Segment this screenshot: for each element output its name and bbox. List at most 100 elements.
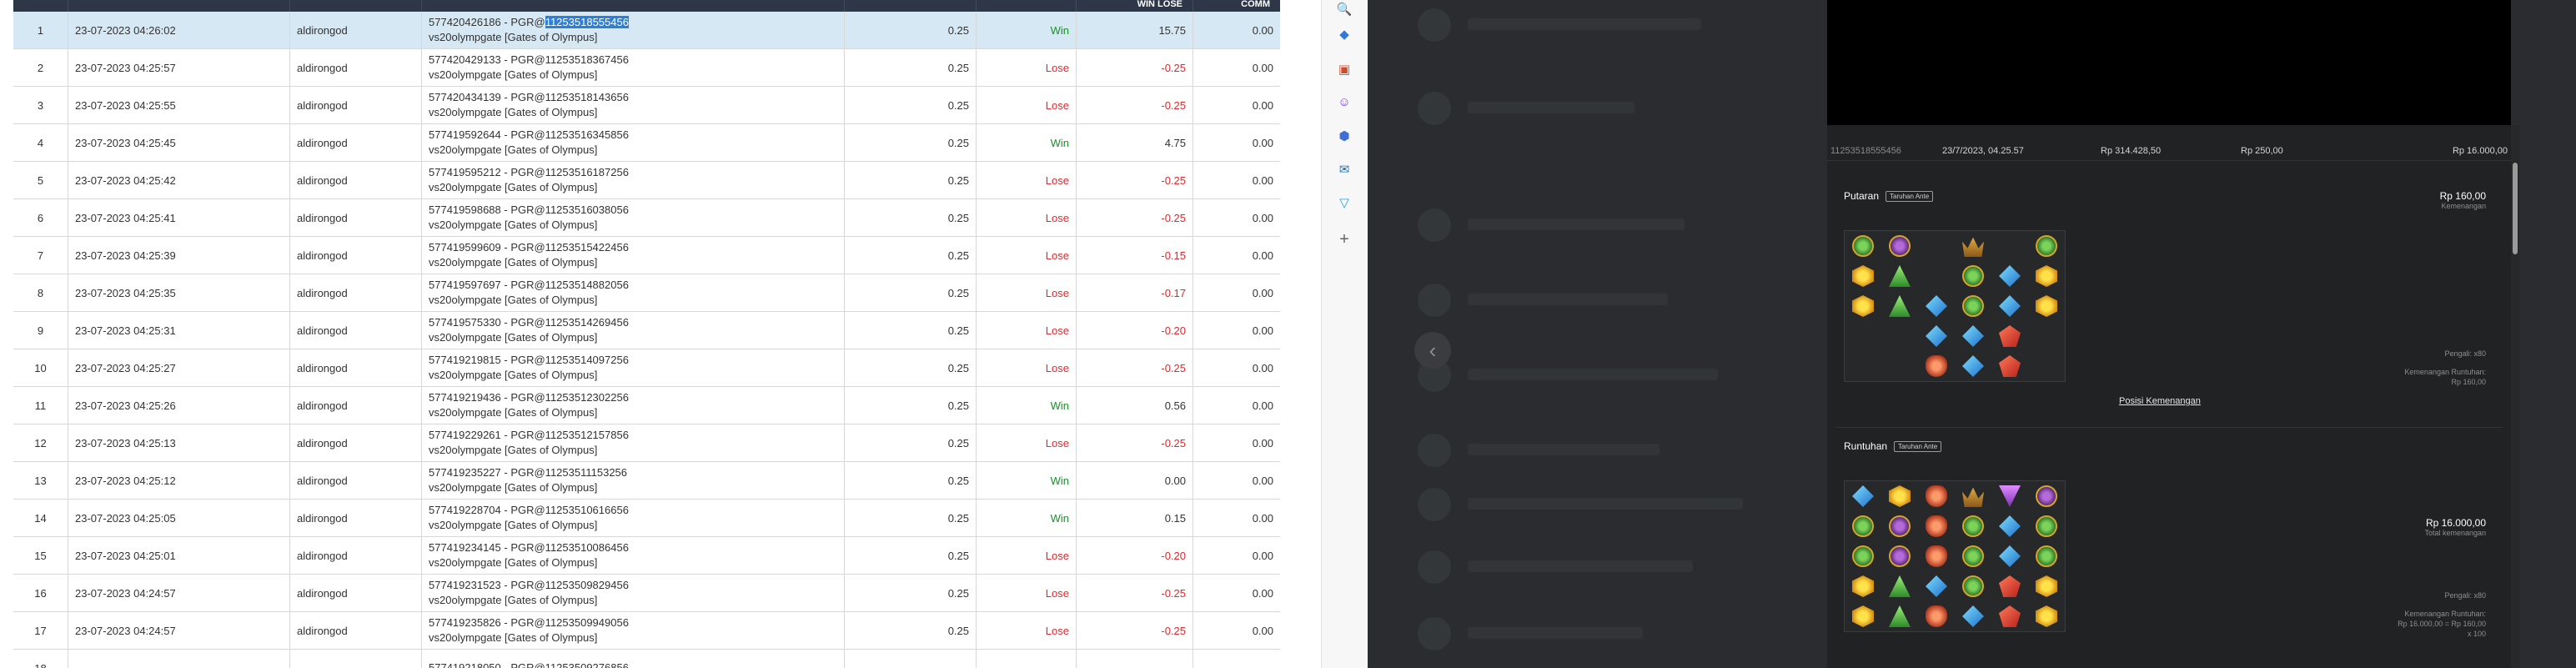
row-description: 577419235227 - PGR@11253511153256 vs20oly… bbox=[422, 462, 845, 499]
table-row[interactable]: 13 23-07-2023 04:25:12 aldirongod 577419235… bbox=[13, 462, 1280, 500]
row-transaction: 577420429133 - PGR@11253518367456 bbox=[429, 53, 629, 68]
row-result: Win bbox=[977, 387, 1077, 424]
round-datetime: 23/7/2023, 04.25.57 bbox=[1942, 146, 2024, 156]
row-win-lose: 0.15 bbox=[1077, 500, 1193, 536]
search-icon[interactable]: 🔍 bbox=[1335, 0, 1353, 18]
table-row[interactable]: 6 23-07-2023 04:25:41 aldirongod 5774195986… bbox=[13, 199, 1280, 237]
blue-gem-icon bbox=[1991, 291, 2028, 321]
row-result: Lose bbox=[977, 349, 1077, 386]
row-username: aldirongod bbox=[290, 124, 422, 161]
row-commission: 0.00 bbox=[1252, 211, 1273, 224]
row-commission: 0.00 bbox=[1252, 399, 1273, 412]
row-description: 577419597697 - PGR@11253514882056 vs20oly… bbox=[422, 274, 845, 311]
tri-gem-icon bbox=[1881, 291, 1918, 321]
header-no bbox=[13, 0, 68, 12]
people-icon[interactable]: ☺ bbox=[1335, 93, 1353, 111]
table-row[interactable]: 17 23-07-2023 04:24:57 aldirongod 577419235… bbox=[13, 612, 1280, 650]
row-username: aldirongod bbox=[290, 237, 422, 274]
row-result: Lose bbox=[977, 162, 1077, 198]
detail-scrollbar[interactable] bbox=[2511, 125, 2519, 668]
row-description: 577419219815 - PGR@11253514097256 vs20oly… bbox=[422, 349, 845, 386]
table-row[interactable]: 1 23-07-2023 04:26:02 aldirongod 5774204261… bbox=[13, 12, 1280, 49]
yellow-gem-icon bbox=[1845, 601, 1881, 631]
table-row[interactable]: 2 23-07-2023 04:25:57 aldirongod 5774204291… bbox=[13, 49, 1280, 87]
red-gem-icon bbox=[1991, 321, 2028, 351]
row-number: 13 bbox=[13, 462, 68, 499]
row-number: 5 bbox=[13, 162, 68, 198]
row-transaction: 577419228704 - PGR@11253510616656 bbox=[429, 503, 629, 518]
section-divider bbox=[1835, 427, 2503, 428]
office-icon[interactable]: ⬢ bbox=[1335, 127, 1353, 145]
row-transaction-id: 577419235826 - PGR@11253509949056 bbox=[429, 616, 629, 629]
row-bet bbox=[845, 650, 977, 668]
row-date: 23-07-2023 04:25:01 bbox=[68, 537, 290, 574]
table-row[interactable]: 8 23-07-2023 04:25:35 aldirongod 5774195976… bbox=[13, 274, 1280, 312]
plus-icon[interactable]: + bbox=[1335, 230, 1353, 249]
row-description: 577419598688 - PGR@11253516038056 vs20oly… bbox=[422, 199, 845, 236]
scrollbar-thumb[interactable] bbox=[2513, 163, 2518, 254]
table-row[interactable]: 18 577419218050 - PGR@11253509276856 bbox=[13, 650, 1280, 668]
row-description: 577419595212 - PGR@11253516187256 vs20oly… bbox=[422, 162, 845, 198]
row-bet: 0.25 bbox=[845, 162, 977, 198]
row-date: 23-07-2023 04:25:27 bbox=[68, 349, 290, 386]
purple-gem-icon bbox=[1881, 231, 1918, 261]
row-transaction-id: 577419595212 - PGR@11253516187256 bbox=[429, 166, 629, 178]
tumble-section: Runtuhan Taruhan Ante Rp 16.000,00 Total… bbox=[1844, 440, 2494, 665]
crown-gem-icon bbox=[1955, 231, 1991, 261]
toolbox-icon[interactable]: ▣ bbox=[1335, 60, 1353, 78]
green-gem-icon bbox=[1955, 511, 1991, 541]
table-row[interactable]: 5 23-07-2023 04:25:42 aldirongod 5774195952… bbox=[13, 162, 1280, 199]
row-date: 23-07-2023 04:24:57 bbox=[68, 575, 290, 611]
table-row[interactable]: 14 23-07-2023 04:25:05 aldirongod 577419228… bbox=[13, 500, 1280, 537]
row-bet: 0.25 bbox=[845, 12, 977, 48]
row-commission: 0.00 bbox=[1252, 436, 1273, 450]
row-description: 577419231523 - PGR@11253509829456 vs20oly… bbox=[422, 575, 845, 611]
table-row[interactable]: 10 23-07-2023 04:25:27 aldirongod 577419219… bbox=[13, 349, 1280, 387]
row-result: Win bbox=[977, 462, 1077, 499]
yellow-gem-icon bbox=[2028, 601, 2065, 631]
row-game: vs20olympgate [Gates of Olympus] bbox=[429, 631, 598, 644]
tumble-win-value: Rp 16.000,00 = Rp 160,00 bbox=[2398, 620, 2486, 628]
row-number: 3 bbox=[13, 87, 68, 123]
table-row[interactable]: 16 23-07-2023 04:24:57 aldirongod 577419231… bbox=[13, 575, 1280, 612]
green-gem-icon bbox=[1955, 261, 1991, 291]
row-bet: 0.25 bbox=[845, 500, 977, 536]
row-win-lose: 0.00 bbox=[1077, 462, 1193, 499]
table-row[interactable]: 9 23-07-2023 04:25:31 aldirongod 5774195753… bbox=[13, 312, 1280, 349]
amber-gem-icon bbox=[1918, 481, 1955, 511]
table-row[interactable]: 11 23-07-2023 04:25:26 aldirongod 577419219… bbox=[13, 387, 1280, 424]
table-row[interactable]: 3 23-07-2023 04:25:55 aldirongod 5774204341… bbox=[13, 87, 1280, 124]
tumble-win-multiplier: x 100 bbox=[2467, 630, 2486, 638]
table-row[interactable]: 4 23-07-2023 04:25:45 aldirongod 5774195926… bbox=[13, 124, 1280, 162]
row-bet: 0.25 bbox=[845, 274, 977, 311]
table-row[interactable]: 12 23-07-2023 04:25:13 aldirongod 577419229… bbox=[13, 424, 1280, 462]
purple-gem-icon bbox=[1881, 511, 1918, 541]
row-transaction-id: 577419592644 - PGR@11253516345856 bbox=[429, 128, 629, 141]
row-number: 7 bbox=[13, 237, 68, 274]
row-win-lose: -0.25 bbox=[1077, 162, 1193, 198]
row-username: aldirongod bbox=[290, 349, 422, 386]
row-number: 12 bbox=[13, 424, 68, 461]
table-row[interactable]: 7 23-07-2023 04:25:39 aldirongod 5774195996… bbox=[13, 237, 1280, 274]
row-commission: 0.00 bbox=[1252, 98, 1273, 112]
row-result bbox=[977, 650, 1077, 668]
header-comm: COMM bbox=[1241, 0, 1270, 9]
row-number: 17 bbox=[13, 612, 68, 649]
tag-icon[interactable]: ◆ bbox=[1335, 25, 1353, 43]
previous-arrow-icon[interactable]: ‹ bbox=[1414, 332, 1451, 369]
table-row[interactable]: 15 23-07-2023 04:25:01 aldirongod 577419234… bbox=[13, 537, 1280, 575]
row-transaction-id: 577419598688 - PGR@11253516038056 bbox=[429, 203, 629, 216]
row-transaction: 577419218050 - PGR@11253509276856 bbox=[429, 660, 629, 668]
row-number: 4 bbox=[13, 124, 68, 161]
row-date: 23-07-2023 04:25:55 bbox=[68, 87, 290, 123]
blue-gem-icon bbox=[1991, 261, 2028, 291]
outlook-icon[interactable]: ✉ bbox=[1335, 160, 1353, 178]
round-detail-panel: 11253518555456 23/7/2023, 04.25.57 Rp 31… bbox=[1827, 0, 2511, 668]
shopping-cart-icon[interactable]: ▽ bbox=[1335, 193, 1353, 212]
row-transaction: 577419575330 - PGR@11253514269456 bbox=[429, 315, 629, 330]
row-commission: 0.00 bbox=[1252, 173, 1273, 187]
win-position-link[interactable]: Posisi Kemenangan bbox=[2119, 396, 2201, 406]
row-transaction: 577419234145 - PGR@11253510086456 bbox=[429, 540, 629, 555]
blue-gem-icon bbox=[1955, 601, 1991, 631]
row-transaction-id: 577419597697 - PGR@11253514882056 bbox=[429, 279, 629, 291]
